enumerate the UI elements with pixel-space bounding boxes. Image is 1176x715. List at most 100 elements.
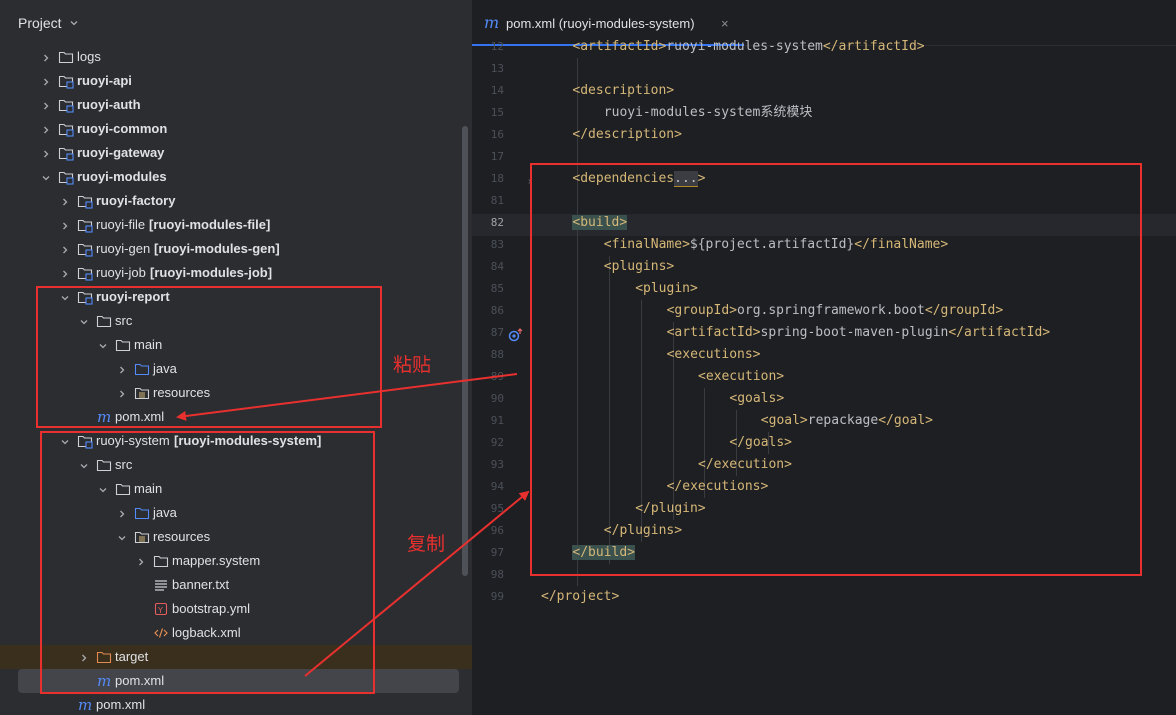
chevron-right-icon[interactable] xyxy=(116,387,128,399)
code-line[interactable]: </goals> xyxy=(729,432,792,454)
chevron-down-icon[interactable] xyxy=(59,435,71,447)
close-icon[interactable]: × xyxy=(721,16,729,31)
tree-item-bootstrap-yml[interactable]: Ybootstrap.yml xyxy=(0,597,472,621)
code-line[interactable]: </executions> xyxy=(667,476,769,498)
tree-item-resources[interactable]: resources xyxy=(0,381,472,405)
chevron-down-icon[interactable] xyxy=(116,531,128,543)
tree-item-label: pom.xml xyxy=(115,409,165,424)
chevron-right-icon[interactable] xyxy=(78,651,90,663)
tree-item-ruoyi-gateway[interactable]: ruoyi-gateway xyxy=(0,141,472,165)
tree-item-src[interactable]: src xyxy=(0,309,472,333)
chevron-right-icon[interactable] xyxy=(116,507,128,519)
xml-file-icon xyxy=(153,625,169,641)
editor-tab-label[interactable]: pom.xml (ruoyi-modules-system) xyxy=(506,16,695,31)
code-line[interactable]: <goals> xyxy=(729,388,784,410)
code-text: repackage xyxy=(807,413,879,428)
svg-text:Y: Y xyxy=(157,606,163,615)
code-line[interactable]: <execution> xyxy=(698,366,784,388)
code-line[interactable]: <plugins> xyxy=(604,256,674,278)
chevron-down-icon[interactable] xyxy=(68,17,80,29)
code-line[interactable]: <executions> xyxy=(667,344,761,366)
tree-item-src[interactable]: src xyxy=(0,453,472,477)
tree-item-ruoyi-system[interactable]: ruoyi-system [ruoyi-modules-system] xyxy=(0,429,472,453)
xml-tag: </artifactId> xyxy=(948,325,1051,340)
code-area[interactable]: <artifactId>ruoyi-modules-system</artifa… xyxy=(472,36,1176,715)
tree-item-label: ruoyi-gateway xyxy=(77,145,165,160)
module-folder-icon xyxy=(58,145,74,161)
chevron-right-icon[interactable] xyxy=(135,555,147,567)
tree-item-target[interactable]: target xyxy=(0,645,472,669)
code-line[interactable]: </execution> xyxy=(698,454,792,476)
tree-item-java[interactable]: java xyxy=(0,501,472,525)
code-line[interactable]: </project> xyxy=(541,586,619,608)
tree-item-pom-xml[interactable]: m pom.xml xyxy=(0,405,472,429)
code-line[interactable]: <groupId>org.springframework.boot</group… xyxy=(667,300,1004,322)
code-line[interactable]: ruoyi-modules-system系统模块 xyxy=(604,102,813,124)
chevron-down-icon[interactable] xyxy=(78,459,90,471)
tree-item-banner-txt[interactable]: banner.txt xyxy=(0,573,472,597)
code-line[interactable]: <artifactId>spring-boot-maven-plugin</ar… xyxy=(667,322,1051,344)
tree-item-resources[interactable]: resources xyxy=(0,525,472,549)
chevron-right-icon[interactable] xyxy=(40,123,52,135)
tree-item-ruoyi-gen[interactable]: ruoyi-gen [ruoyi-modules-gen] xyxy=(0,237,472,261)
code-line[interactable]: </plugin> xyxy=(635,498,705,520)
folded-region[interactable]: ... xyxy=(674,171,698,187)
module-name-suffix: [ruoyi-modules-file] xyxy=(149,217,271,232)
chevron-right-icon[interactable] xyxy=(116,363,128,375)
code-line[interactable]: <goal>repackage</goal> xyxy=(761,410,933,432)
chevron-right-icon[interactable] xyxy=(59,195,71,207)
code-line[interactable]: <artifactId>ruoyi-modules-system</artifa… xyxy=(572,36,924,58)
chevron-right-icon[interactable] xyxy=(59,219,71,231)
xml-tag: <description> xyxy=(572,83,675,98)
tree-item-pom-xml[interactable]: m pom.xml xyxy=(0,693,472,715)
chevron-right-icon[interactable] xyxy=(40,51,52,63)
tree-item-main[interactable]: main xyxy=(0,477,472,501)
tree-item-ruoyi-auth[interactable]: ruoyi-auth xyxy=(0,93,472,117)
chevron-right-icon[interactable] xyxy=(59,243,71,255)
tree-item-ruoyi-factory[interactable]: ruoyi-factory xyxy=(0,189,472,213)
chevron-down-icon[interactable] xyxy=(40,171,52,183)
module-folder-icon xyxy=(77,433,93,449)
code-line[interactable]: <finalName>${project.artifactId}</finalN… xyxy=(604,234,948,256)
maven-file-icon: m xyxy=(96,408,112,426)
module-folder-icon xyxy=(58,73,74,89)
yaml-file-icon: Y xyxy=(153,601,169,617)
chevron-down-icon[interactable] xyxy=(78,315,90,327)
tree-item-label: ruoyi-gen xyxy=(96,241,151,256)
code-line[interactable]: </build> xyxy=(572,542,636,564)
tree-item-ruoyi-report[interactable]: ruoyi-report xyxy=(0,285,472,309)
tree-item-ruoyi-common[interactable]: ruoyi-common xyxy=(0,117,472,141)
code-line[interactable]: <dependencies...> xyxy=(572,168,705,190)
code-editor[interactable]: m pom.xml (ruoyi-modules-system) × 12 13 1… xyxy=(472,0,1176,715)
chevron-right-icon[interactable] xyxy=(40,147,52,159)
code-line[interactable]: </description> xyxy=(572,124,682,146)
tree-item-label: ruoyi-api xyxy=(77,73,132,88)
tree-item-mapper-system[interactable]: mapper.system xyxy=(0,549,472,573)
code-line[interactable]: <plugin> xyxy=(635,278,698,300)
xml-tag: </plugin> xyxy=(635,501,706,516)
code-line[interactable]: <build> xyxy=(572,212,628,234)
project-header[interactable]: Project xyxy=(0,0,472,44)
tree-scrollbar[interactable] xyxy=(462,126,468,576)
xml-tag-matched: <build> xyxy=(572,215,628,230)
xml-tag: </plugins> xyxy=(603,523,683,538)
chevron-down-icon[interactable] xyxy=(59,291,71,303)
tree-item-ruoyi-modules[interactable]: ruoyi-modules xyxy=(0,165,472,189)
tree-item-ruoyi-job[interactable]: ruoyi-job [ruoyi-modules-job] xyxy=(0,261,472,285)
source-folder-icon xyxy=(134,361,150,377)
code-text: ruoyi-modules-system系统模块 xyxy=(603,105,813,120)
tree-item-ruoyi-api[interactable]: ruoyi-api xyxy=(0,69,472,93)
code-line[interactable]: <description> xyxy=(572,80,674,102)
chevron-right-icon[interactable] xyxy=(40,75,52,87)
tree-item-logs[interactable]: logs xyxy=(0,45,472,69)
code-line[interactable]: </plugins> xyxy=(604,520,682,542)
chevron-down-icon[interactable] xyxy=(97,483,109,495)
chevron-right-icon[interactable] xyxy=(40,99,52,111)
chevron-down-icon[interactable] xyxy=(97,339,109,351)
tree-item-pom-xml[interactable]: m pom.xml xyxy=(18,669,459,693)
chevron-right-icon[interactable] xyxy=(59,267,71,279)
tree-item-ruoyi-file[interactable]: ruoyi-file [ruoyi-modules-file] xyxy=(0,213,472,237)
tree-item-logback-xml[interactable]: logback.xml xyxy=(0,621,472,645)
project-title[interactable]: Project xyxy=(18,15,62,31)
source-folder-icon xyxy=(134,505,150,521)
